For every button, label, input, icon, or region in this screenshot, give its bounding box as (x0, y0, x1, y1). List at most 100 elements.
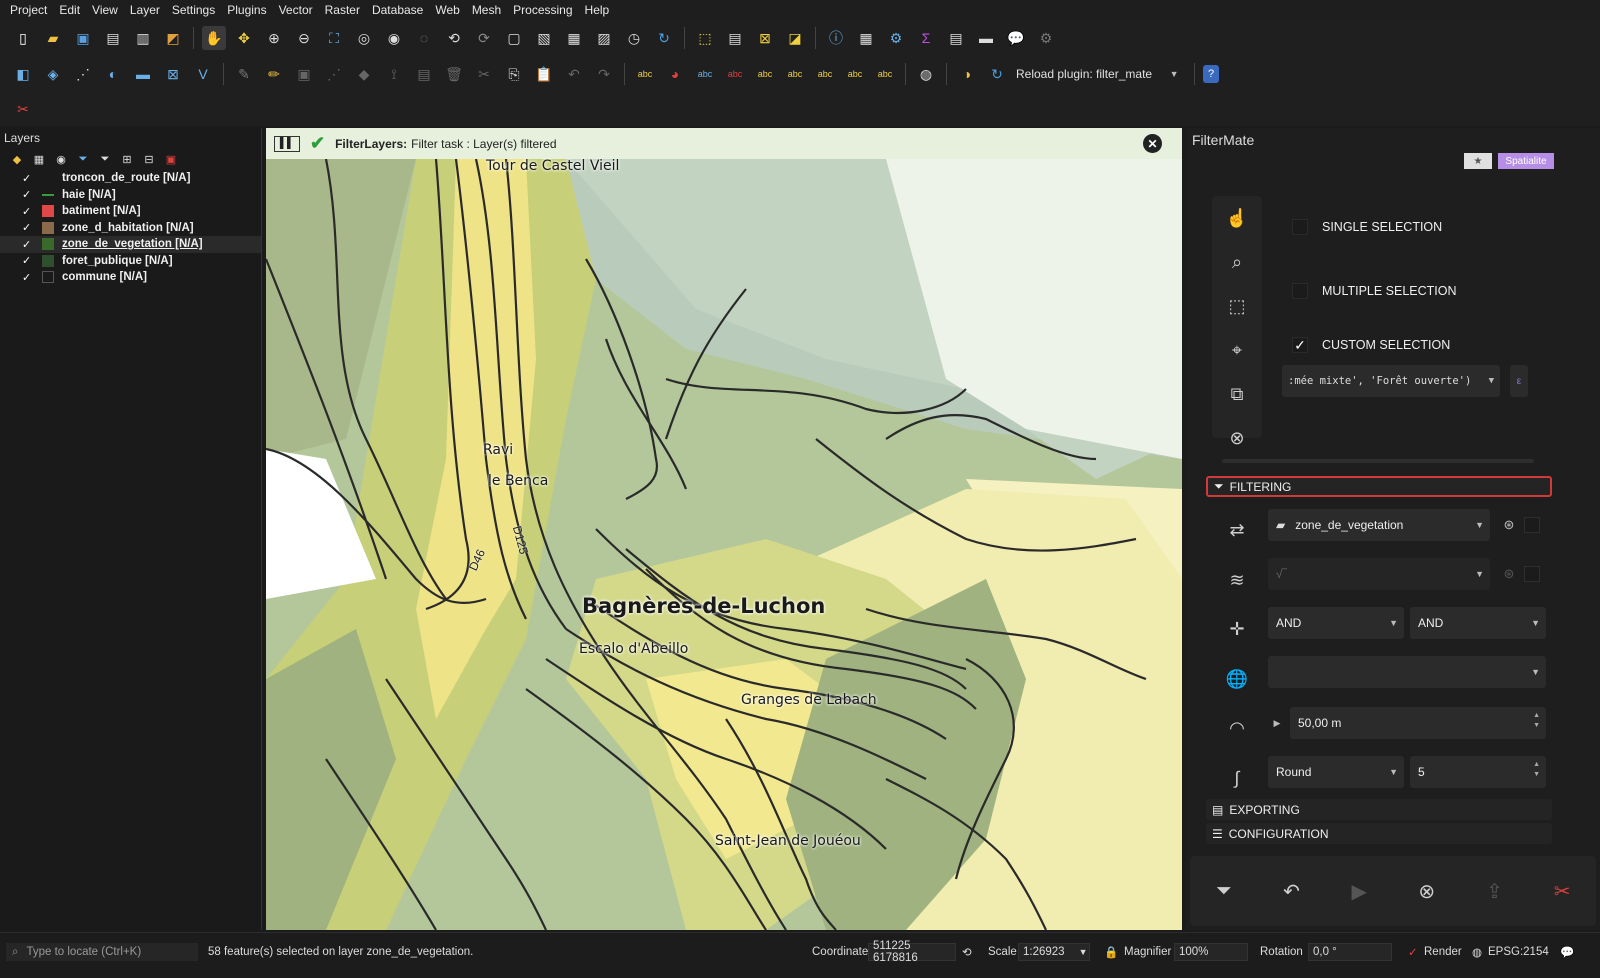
layer-checkbox[interactable]: ✓ (22, 221, 34, 234)
chevron-down-icon[interactable]: ▼ (1475, 520, 1484, 530)
chevron-down-icon[interactable]: ▼ (1531, 667, 1540, 677)
filtermate-icon[interactable]: ✂ (11, 97, 35, 121)
layer-row-haie[interactable]: ✓ haie [N/A] (0, 187, 261, 204)
layer-row-foret-publique[interactable]: ✓ foret_publique [N/A] (0, 253, 261, 270)
modify-attributes-icon[interactable]: ▤ (412, 62, 436, 86)
layer-row-zone-habitation[interactable]: ✓ zone_d_habitation [N/A] (0, 220, 261, 237)
menu-project[interactable]: Project (4, 3, 53, 17)
layer-checkbox[interactable]: ✓ (22, 271, 34, 284)
attribute-table-icon[interactable]: ▤ (944, 26, 968, 50)
toggle-editing-icon[interactable]: ✏ (262, 62, 286, 86)
python-console-icon[interactable]: ◑ (955, 62, 979, 86)
new-3d-view-icon[interactable]: ▧ (532, 26, 556, 50)
layer-checkbox[interactable]: ✓ (22, 238, 34, 251)
settings-plugin-icon[interactable]: ⚙ (1034, 26, 1058, 50)
single-selection-row[interactable]: SINGLE SELECTION (1292, 219, 1442, 235)
source-layer-toggle[interactable] (1524, 517, 1540, 533)
new-print-layout-icon[interactable]: ▤ (101, 26, 125, 50)
add-group-icon[interactable]: ▦ (30, 150, 48, 168)
label-icon[interactable]: abc (633, 62, 657, 86)
crs-button[interactable]: EPSG:2154 (1488, 943, 1549, 961)
statistics-icon[interactable]: Σ (914, 26, 938, 50)
expression-field[interactable]: :mée mixte', 'Forêt ouverte') ▼ (1282, 365, 1500, 397)
magnifier-field[interactable]: 100% (1174, 943, 1248, 961)
expression-builder-icon[interactable]: ε (1510, 365, 1528, 397)
layer-row-zone-vegetation[interactable]: ✓ zone_de_vegetation [N/A] (0, 236, 261, 253)
rotate-label-icon[interactable]: abc (783, 62, 807, 86)
segments-field[interactable]: 5 ▲ ▼ (1410, 756, 1546, 788)
show-hide-label-icon[interactable]: abc (843, 62, 867, 86)
zoom-to-selection-icon[interactable]: ⌖ (1212, 328, 1262, 372)
processing-toolbox-icon[interactable]: ⚙ (884, 26, 908, 50)
spin-arrows-icon[interactable]: ▲ ▼ (1533, 760, 1540, 780)
add-feature-icon[interactable]: ◆ (352, 62, 376, 86)
cut-features-icon[interactable]: ✂ (472, 62, 496, 86)
zoom-next-icon[interactable]: ⟳ (472, 26, 496, 50)
copy-features-icon[interactable]: ⎘ (502, 62, 526, 86)
favorite-button[interactable]: ★ (1464, 153, 1492, 169)
redo-icon[interactable]: ↷ (592, 62, 616, 86)
undo-icon[interactable]: ↶ (562, 62, 586, 86)
chevron-down-icon[interactable]: ▼ (1162, 62, 1186, 86)
buffer-value-field[interactable]: 50,00 m ▲ ▼ (1290, 707, 1546, 739)
link-layers-icon[interactable]: ⧉ (1212, 372, 1262, 416)
highlight-label-icon[interactable]: abc (723, 62, 747, 86)
digitize-icon[interactable]: ⋰ (322, 62, 346, 86)
remove-layer-icon[interactable]: ▣ (162, 150, 180, 168)
add-virtual-icon[interactable]: V (191, 62, 215, 86)
render-checkbox[interactable]: ✓ (1408, 943, 1418, 961)
label-props-icon[interactable]: abc (873, 62, 897, 86)
layer-checkbox[interactable]: ✓ (22, 188, 34, 201)
save-edits-icon[interactable]: ▣ (292, 62, 316, 86)
measure-icon[interactable]: ▬ (974, 26, 998, 50)
save-project-icon[interactable]: ▣ (71, 26, 95, 50)
change-label-icon[interactable]: abc (813, 62, 837, 86)
layers-to-filter-icon[interactable]: ≋ (1210, 556, 1264, 606)
coordinate-field[interactable]: 511225 6178816 (868, 940, 956, 964)
pointer-icon[interactable]: ☝ (1212, 196, 1262, 240)
zoom-layer-icon[interactable]: ◉ (382, 26, 406, 50)
add-mesh-icon[interactable]: ⊠ (161, 62, 185, 86)
temporal-icon[interactable]: ◷ (622, 26, 646, 50)
chevron-down-icon[interactable]: ▼ (1489, 376, 1494, 386)
chevron-down-icon[interactable]: ▼ (1531, 618, 1540, 628)
redo-icon[interactable]: ▶ (1339, 879, 1379, 904)
spin-arrows-icon[interactable]: ▲ ▼ (1533, 711, 1540, 731)
select-rectangle-icon[interactable]: ⬚ (1212, 284, 1262, 328)
manage-visibility-icon[interactable]: ◉ (52, 150, 70, 168)
expand-all-icon[interactable]: ⊞ (118, 150, 136, 168)
backend-badge[interactable]: Spatialite (1498, 153, 1554, 169)
target-icon[interactable]: ⊛ (1500, 516, 1518, 534)
add-vector-icon[interactable]: ◈ (41, 62, 65, 86)
exporting-section-header[interactable]: ▤ EXPORTING (1206, 799, 1552, 820)
add-wfs-icon[interactable]: ▬ (131, 62, 155, 86)
delete-selected-icon[interactable]: 🗑 (442, 62, 466, 86)
vertex-tool-icon[interactable]: ⟟ (382, 62, 406, 86)
chevron-down-icon[interactable]: ▼ (1389, 767, 1398, 777)
pan-to-selection-icon[interactable]: ✥ (232, 26, 256, 50)
reload-plugin-button[interactable]: Reload plugin: filter_mate (1016, 67, 1152, 81)
about-icon[interactable]: ✂ (1542, 879, 1582, 904)
new-map-view-icon[interactable]: ▢ (502, 26, 526, 50)
layer-checkbox[interactable]: ✓ (22, 254, 34, 267)
auto-current-layer-icon[interactable]: ⇄ (1210, 506, 1264, 556)
geometric-predicates-icon[interactable]: 🌐 (1210, 655, 1264, 705)
menu-web[interactable]: Web (429, 3, 465, 17)
unfilter-icon[interactable]: ⊗ (1407, 879, 1447, 904)
custom-selection-row[interactable]: ✓ CUSTOM SELECTION (1292, 337, 1450, 353)
source-layer-combo[interactable]: ▰ zone_de_vegetation ▼ (1268, 509, 1490, 541)
buffer-type-combo[interactable]: Round ▼ (1268, 756, 1404, 788)
single-selection-checkbox[interactable] (1292, 219, 1308, 235)
filter-legend-icon[interactable]: ⏷ (74, 150, 92, 168)
menu-mesh[interactable]: Mesh (466, 3, 507, 17)
layer-row-troncon[interactable]: ✓ troncon_de_route [N/A] (0, 170, 261, 187)
layout-manager-icon[interactable]: ▥ (131, 26, 155, 50)
paste-features-icon[interactable]: 📋 (532, 62, 556, 86)
add-layer-icon[interactable]: ◧ (11, 62, 35, 86)
filter-expression-icon[interactable]: ⏷ (96, 150, 114, 168)
zoom-full-icon[interactable]: ⛶ (322, 26, 346, 50)
menu-settings[interactable]: Settings (166, 3, 221, 17)
pin-label-icon[interactable]: abc (693, 62, 717, 86)
scale-field[interactable]: 1:26923 ▼ (1018, 943, 1090, 961)
combine-operator-icon[interactable]: ✛ (1210, 605, 1264, 655)
